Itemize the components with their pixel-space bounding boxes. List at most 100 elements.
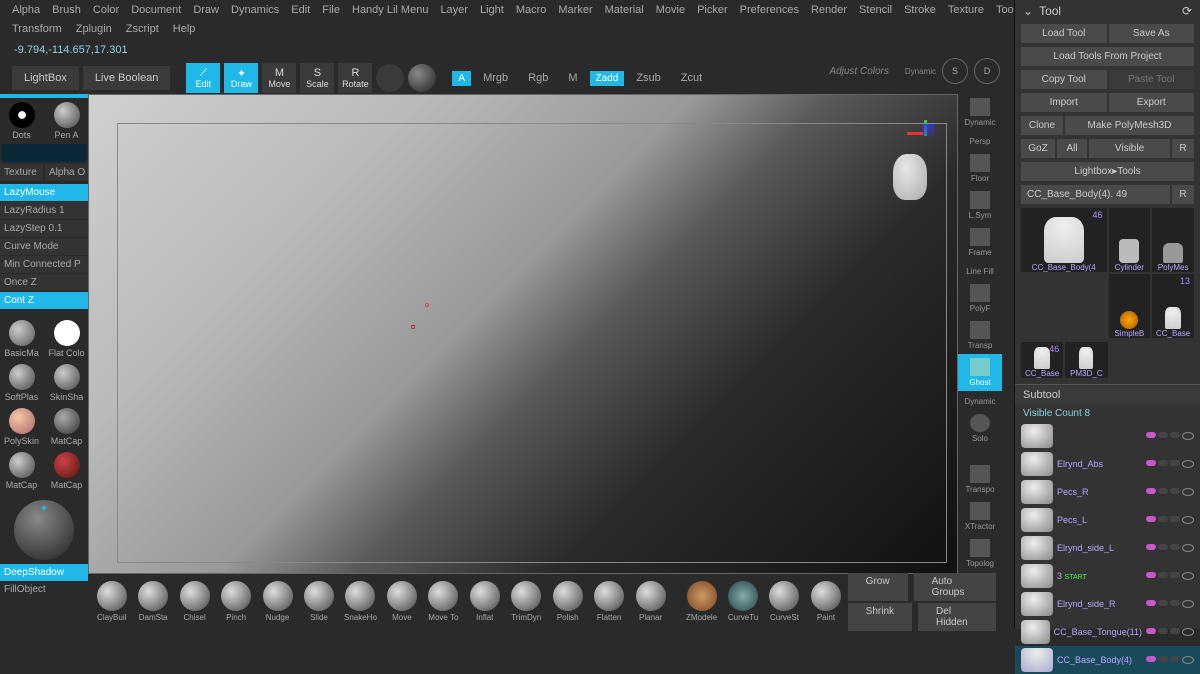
menu-light[interactable]: Light	[480, 4, 504, 16]
mat-flat[interactable]: Flat Colo	[45, 318, 88, 360]
menu-layer[interactable]: Layer	[440, 4, 468, 16]
mat-matcap2[interactable]: MatCap	[0, 450, 43, 492]
lightbox-button[interactable]: LightBox	[12, 66, 79, 90]
load-tools-project-button[interactable]: Load Tools From Project	[1021, 47, 1194, 66]
tool-r-button[interactable]: R	[1172, 185, 1194, 204]
mat-matcap1[interactable]: MatCap	[45, 406, 88, 448]
subtool-header[interactable]: Subtool	[1015, 384, 1200, 405]
move-mode-button[interactable]: MMove	[262, 63, 296, 93]
shrink-button[interactable]: Shrink	[848, 603, 912, 631]
import-button[interactable]: Import	[1021, 93, 1107, 112]
brush-zmodeler[interactable]: ZModele	[682, 581, 721, 622]
del-hidden-button[interactable]: Del Hidden	[918, 603, 996, 631]
brush-moveto[interactable]: Move To	[424, 581, 463, 622]
menu-preferences[interactable]: Preferences	[740, 4, 799, 16]
mrgb-toggle[interactable]: Mrgb	[475, 70, 516, 86]
active-material-preview[interactable]	[14, 500, 74, 560]
menu-alpha[interactable]: Alpha	[12, 4, 40, 16]
once-z-toggle[interactable]: Once Z	[0, 274, 88, 291]
menu-dynamics[interactable]: Dynamics	[231, 4, 279, 16]
xtractor-button[interactable]: XTractor	[958, 498, 1002, 535]
dynamic-persp-toggle[interactable]: Dynamic	[958, 94, 1002, 131]
brush-chisel[interactable]: Chisel	[175, 581, 214, 622]
subtool-item[interactable]: Pecs_R	[1015, 478, 1200, 506]
subtool-item[interactable]: Pecs_L	[1015, 506, 1200, 534]
menu-handy[interactable]: Handy Lil Menu	[352, 4, 428, 16]
menu-color[interactable]: Color	[93, 4, 119, 16]
brush-claybuildup[interactable]: ClayBuil	[92, 581, 131, 622]
active-tool-name[interactable]: CC_Base_Body(4). 49	[1021, 185, 1170, 204]
draw-mode-button[interactable]: ✦Draw	[224, 63, 258, 93]
mat-polyskin[interactable]: PolySkin	[0, 406, 43, 448]
menu-zscript[interactable]: Zscript	[126, 23, 159, 35]
brush-trimdyn[interactable]: TrimDyn	[507, 581, 546, 622]
eye-icon[interactable]	[1182, 600, 1194, 608]
brush-damstandard[interactable]: DamSta	[133, 581, 172, 622]
subtool-item[interactable]: Elrynd_side_R	[1015, 590, 1200, 618]
gyro-icon[interactable]	[376, 64, 404, 92]
paste-tool-button[interactable]: Paste Tool	[1109, 70, 1195, 89]
menu-file[interactable]: File	[322, 4, 340, 16]
brush-curvetube[interactable]: CurveTu	[723, 581, 762, 622]
ghost-toggle[interactable]: Ghost	[958, 354, 1002, 391]
eye-icon[interactable]	[1182, 544, 1194, 552]
menu-marker[interactable]: Marker	[558, 4, 592, 16]
menu-brush[interactable]: Brush	[52, 4, 81, 16]
zadd-toggle[interactable]: Zadd	[590, 71, 625, 86]
goz-button[interactable]: GoZ	[1021, 139, 1055, 158]
brush-paint[interactable]: Paint	[806, 581, 845, 622]
m-toggle[interactable]: M	[560, 70, 585, 86]
material-preview-icon[interactable]	[408, 64, 436, 92]
tool-thumb-polymesh[interactable]: PolyMes	[1152, 208, 1194, 272]
menu-render[interactable]: Render	[811, 4, 847, 16]
menu-draw[interactable]: Draw	[193, 4, 219, 16]
save-as-button[interactable]: Save As	[1109, 24, 1195, 43]
menu-edit[interactable]: Edit	[291, 4, 310, 16]
deep-shadow-button[interactable]: DeepShadow	[0, 564, 88, 581]
brush-slide[interactable]: Slide	[299, 581, 338, 622]
brush-nudge[interactable]: Nudge	[258, 581, 297, 622]
zcut-toggle[interactable]: Zcut	[673, 70, 710, 86]
brush-polish[interactable]: Polish	[548, 581, 587, 622]
mat-matcap3[interactable]: MatCap	[45, 450, 88, 492]
make-polymesh-button[interactable]: Make PolyMesh3D	[1065, 116, 1194, 135]
s-circle-icon[interactable]: S	[942, 58, 968, 84]
solo-toggle[interactable]: Solo	[958, 410, 1002, 447]
tool-thumb-simpleb[interactable]: SimpleB	[1109, 274, 1151, 338]
eye-icon[interactable]	[1182, 656, 1194, 664]
viewport-canvas[interactable]	[88, 94, 958, 574]
brush-snakehook[interactable]: SnakeHo	[341, 581, 380, 622]
fill-object-button[interactable]: FillObject	[0, 581, 88, 598]
menu-stroke[interactable]: Stroke	[904, 4, 936, 16]
brush-planar[interactable]: Planar	[631, 581, 670, 622]
zsub-toggle[interactable]: Zsub	[628, 70, 668, 86]
d-circle-icon[interactable]: D	[974, 58, 1000, 84]
lazymouse-toggle[interactable]: LazyMouse	[0, 184, 88, 201]
load-tool-button[interactable]: Load Tool	[1021, 24, 1107, 43]
menu-stencil[interactable]: Stencil	[859, 4, 892, 16]
adjust-colors-label[interactable]: Adjust Colors	[829, 66, 888, 77]
tool-panel-header[interactable]: ⌄ Tool ⟳	[1015, 0, 1200, 22]
tool-thumb-ccbase[interactable]: 13CC_Base	[1152, 274, 1194, 338]
texture-slot[interactable]: Texture	[0, 164, 43, 181]
floor-toggle[interactable]: Floor	[958, 150, 1002, 187]
min-connected-slider[interactable]: Min Connected P	[0, 256, 88, 273]
subtool-item[interactable]	[1015, 422, 1200, 450]
copy-tool-button[interactable]: Copy Tool	[1021, 70, 1107, 89]
brush-pinch[interactable]: Pinch	[216, 581, 255, 622]
persp-toggle[interactable]: Persp	[958, 131, 1002, 150]
rgb-toggle[interactable]: Rgb	[520, 70, 556, 86]
goz-r-button[interactable]: R	[1172, 139, 1194, 158]
edit-mode-button[interactable]: ⟋Edit	[186, 63, 220, 93]
autogroups-button[interactable]: Auto Groups	[914, 573, 997, 601]
brush-curvestrap[interactable]: CurveSt	[765, 581, 804, 622]
scale-mode-button[interactable]: SScale	[300, 63, 334, 93]
frame-button[interactable]: Frame	[958, 224, 1002, 261]
menu-help[interactable]: Help	[173, 23, 196, 35]
polyf-toggle[interactable]: PolyF	[958, 280, 1002, 317]
a-toggle[interactable]: A	[452, 71, 471, 86]
tool-thumb-pm3d[interactable]: PM3D_C	[1065, 342, 1107, 378]
mat-skinshade[interactable]: SkinSha	[45, 362, 88, 404]
panel-menu-icon[interactable]: ⟳	[1182, 4, 1192, 18]
visible-count[interactable]: Visible Count 8	[1015, 405, 1200, 422]
